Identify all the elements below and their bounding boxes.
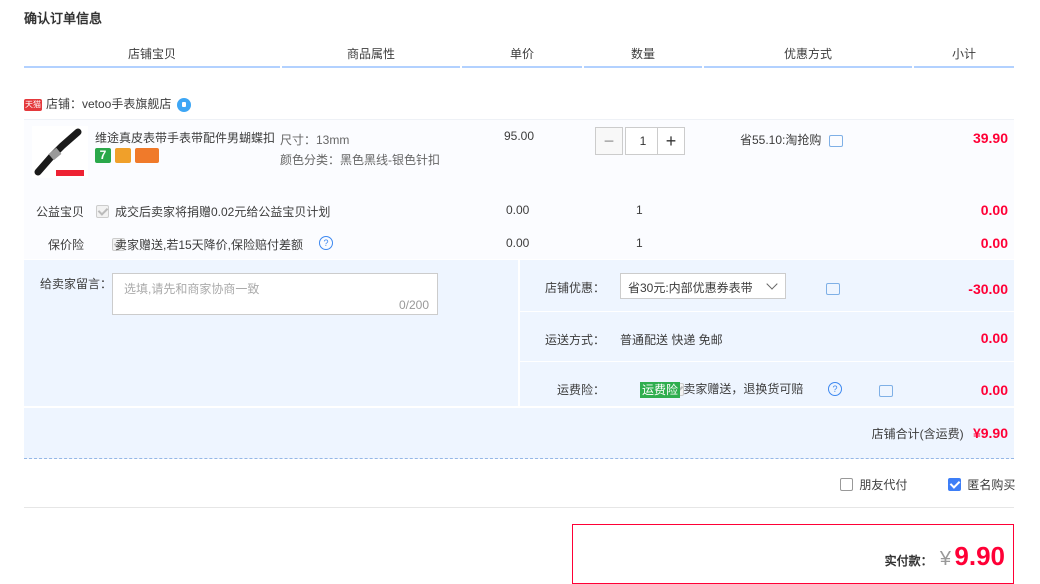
header-sep <box>702 66 704 68</box>
insurance-label: 保价险 <box>48 238 85 252</box>
shop-total-value: ¥9.90 <box>972 425 1008 441</box>
col-attributes: 商品属性 <box>346 47 395 61</box>
freight-insurance-tag: 运费险 <box>640 381 681 398</box>
charity-label: 公益宝贝 <box>36 205 85 219</box>
header-sep <box>280 66 282 68</box>
discount-info: 省55.10:淘抢购 <box>740 131 843 148</box>
wangwang-chat-icon[interactable] <box>177 97 192 112</box>
col-subtotal: 小计 <box>951 47 976 61</box>
shop-coupon-value: -30.00 <box>968 281 1008 297</box>
message-textarea[interactable]: 选填,请先和商家协商一致 0/200 <box>112 273 438 315</box>
product-color: 颜色分类：黑色黑线-银色针扣 <box>280 153 440 167</box>
freight-insurance-info: 运费险 卖家赠送，退换货可赔 <box>640 380 803 398</box>
friend-pay-option[interactable]: 朋友代付 <box>840 476 907 493</box>
col-quantity: 数量 <box>630 47 655 61</box>
shop-total-label: 店铺合计(含运费) <box>871 427 964 441</box>
header-sep <box>582 66 584 68</box>
seven-day-return-badge[interactable]: 7 <box>95 148 111 163</box>
chevron-down-icon <box>766 278 778 290</box>
shop-coupon-selected: 省30元:内部优惠券表带 <box>628 281 753 295</box>
freight-insurance-label: 运费险： <box>557 383 606 397</box>
insurance-price: 0.00 <box>506 236 530 250</box>
row-divider <box>520 311 1014 312</box>
charity-subtotal: 0.00 <box>980 202 1008 218</box>
col-price: 单价 <box>509 47 534 61</box>
payment-currency: ¥ <box>939 548 952 570</box>
coupon-comment-icon[interactable] <box>825 282 840 295</box>
shipping-subtotal: 0.00 <box>980 330 1008 346</box>
freight-insurance-subtotal: 0.00 <box>980 382 1008 398</box>
shop-coupon-label: 店铺优惠： <box>545 281 606 295</box>
row-divider <box>520 361 1014 362</box>
charity-qty: 1 <box>636 203 643 217</box>
friend-pay-label[interactable]: 朋友代付 <box>859 478 907 492</box>
friend-pay-checkbox[interactable] <box>840 478 853 491</box>
shop-total: 店铺合计(含运费) ¥9.90 <box>872 425 1008 442</box>
shipping-label: 运送方式： <box>545 333 606 347</box>
freight-insurance-desc: 卖家赠送，退换货可赔 <box>683 382 804 396</box>
col-discount: 优惠方式 <box>783 47 832 61</box>
shop-total-bar <box>24 408 1014 459</box>
section-divider <box>24 507 1014 508</box>
freight-comment-icon[interactable] <box>879 384 894 397</box>
shop-name[interactable]: 店铺：vetoo手表旗舰店 <box>46 97 171 111</box>
anonymous-buy-option[interactable]: 匿名购买 <box>948 476 1015 493</box>
header-sep <box>912 66 914 68</box>
unit-price: 95.00 <box>504 129 535 143</box>
freight-help-icon[interactable]: ? <box>828 382 842 396</box>
quantity-plus-button[interactable]: + <box>657 127 685 155</box>
insurance-qty: 1 <box>636 236 643 250</box>
anonymous-buy-label[interactable]: 匿名购买 <box>967 478 1015 492</box>
discount-text: 省55.10:淘抢购 <box>740 133 822 147</box>
shop-coupon-select[interactable]: 省30元:内部优惠券表带 <box>620 273 786 299</box>
insurance-desc: 卖家赠送,若15天降价,保险赔付差额 <box>115 238 304 252</box>
message-placeholder: 选填,请先和商家协商一致 <box>124 282 260 296</box>
message-char-count: 0/200 <box>398 298 429 312</box>
card-payment-badge-icon[interactable] <box>135 148 159 163</box>
charity-price: 0.00 <box>506 203 530 217</box>
table-header: 店铺宝贝 商品属性 单价 数量 优惠方式 小计 <box>24 44 1014 68</box>
payment-summary-box: 实付款： ¥ 9.90 <box>572 524 1014 584</box>
payment-label: 实付款： <box>884 554 933 568</box>
guarantee-badge-icon[interactable] <box>115 148 131 163</box>
col-shop-item: 店铺宝贝 <box>127 47 176 61</box>
header-underline <box>24 66 1014 68</box>
charity-desc: 成交后卖家将捐赠0.02元给公益宝贝计划 <box>115 205 331 219</box>
discount-comment-icon[interactable] <box>828 134 843 147</box>
product-image[interactable] <box>32 126 88 178</box>
tmall-logo-icon: 天猫 <box>24 98 42 111</box>
header-sep <box>460 66 462 68</box>
charity-checkbox[interactable] <box>96 205 109 219</box>
insurance-subtotal: 0.00 <box>980 235 1008 251</box>
shop-row: 天猫 店铺：vetoo手表旗舰店 <box>24 94 192 114</box>
quantity-input[interactable]: 1 <box>625 127 661 155</box>
help-icon[interactable]: ? <box>319 236 333 250</box>
shipping-method: 普通配送 快递 免邮 <box>620 333 723 347</box>
page-title: 确认订单信息 <box>24 11 103 26</box>
product-size: 尺寸：13mm <box>280 133 350 147</box>
product-name[interactable]: 维途真皮表带手表带配件男蝴蝶扣 <box>95 129 275 146</box>
anonymous-buy-checkbox[interactable] <box>948 478 961 491</box>
payment-total: 实付款： ¥ 9.90 <box>885 541 1005 572</box>
message-label: 给卖家留言： <box>40 277 113 291</box>
payment-amount: 9.90 <box>954 541 1005 571</box>
item-subtotal: 39.90 <box>972 130 1008 146</box>
quantity-minus-button[interactable]: − <box>595 127 623 155</box>
